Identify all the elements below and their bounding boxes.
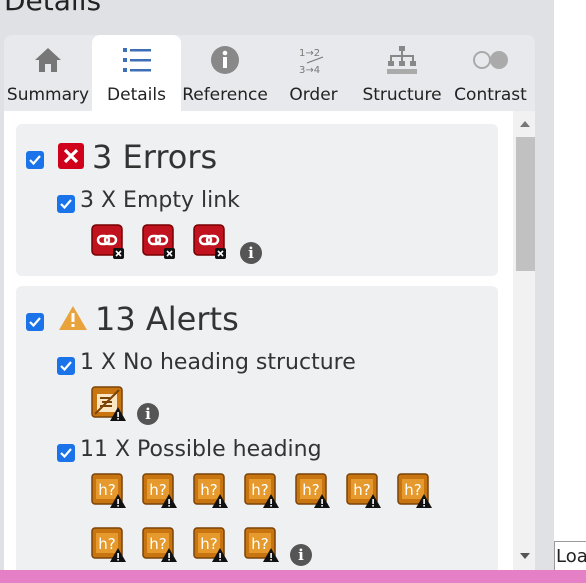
alerts-card: 13 Alerts 1 X No heading structure i 11 … <box>16 286 498 570</box>
empty-link-icon[interactable] <box>91 224 125 259</box>
tab-structure-label: Structure <box>362 85 442 105</box>
svg-text:1→2: 1→2 <box>299 48 320 59</box>
order-icon: 1→2 3→4 <box>299 35 329 85</box>
no-heading-structure-icon[interactable] <box>91 386 126 421</box>
no-heading-checkbox[interactable] <box>57 357 75 375</box>
svg-text:h?: h? <box>98 535 115 553</box>
tab-summary-label: Summary <box>6 85 90 105</box>
possible-heading-icon[interactable]: h? <box>295 473 330 508</box>
details-content: 3 Errors 3 X Empty link i 13 Alerts 1 X … <box>4 111 535 570</box>
tab-contrast-label: Contrast <box>454 85 527 105</box>
svg-text:h?: h? <box>251 481 268 499</box>
error-icon <box>58 143 84 169</box>
tab-contrast[interactable]: Contrast <box>446 35 535 111</box>
alerts-checkbox[interactable] <box>26 313 44 331</box>
possible-heading-icon[interactable]: h? <box>244 527 279 562</box>
tab-reference-label: Reference <box>182 85 268 105</box>
possible-heading-icon[interactable]: h? <box>91 473 126 508</box>
possible-heading-icon[interactable]: h? <box>91 527 126 562</box>
no-heading-info-icon[interactable]: i <box>137 403 159 425</box>
possible-heading-icon[interactable]: h? <box>193 473 228 508</box>
tab-details[interactable]: Details <box>92 35 181 111</box>
tab-reference[interactable]: Reference <box>181 35 269 111</box>
possible-heading-icon[interactable]: h? <box>193 527 228 562</box>
svg-text:h?: h? <box>98 481 115 499</box>
possible-heading-label: 11 X Possible heading <box>80 437 322 462</box>
errors-title: 3 Errors <box>92 138 218 176</box>
possible-heading-icon[interactable]: h? <box>142 473 177 508</box>
empty-link-icon[interactable] <box>193 224 227 259</box>
possible-heading-icon[interactable]: h? <box>244 473 279 508</box>
possible-heading-info-icon[interactable]: i <box>290 544 312 566</box>
svg-text:h?: h? <box>200 481 217 499</box>
structure-icon <box>386 35 418 85</box>
tab-details-label: Details <box>107 85 166 105</box>
tab-order-label: Order <box>289 85 338 105</box>
possible-heading-checkbox[interactable] <box>57 444 75 462</box>
svg-text:h?: h? <box>251 535 268 553</box>
svg-text:h?: h? <box>200 535 217 553</box>
scrollbar[interactable] <box>513 111 535 570</box>
contrast-icon <box>471 35 511 85</box>
empty-link-info-icon[interactable]: i <box>240 242 262 264</box>
info-icon <box>210 35 240 85</box>
empty-link-checkbox[interactable] <box>57 195 75 213</box>
possible-heading-icon[interactable]: h? <box>142 527 177 562</box>
panel-title: Details <box>4 0 102 17</box>
scroll-up-arrow-icon[interactable] <box>520 121 530 127</box>
errors-checkbox[interactable] <box>26 151 44 169</box>
alert-icon <box>58 305 88 335</box>
tab-structure[interactable]: Structure <box>358 35 446 111</box>
home-icon <box>33 35 63 85</box>
possible-heading-icon[interactable]: h? <box>397 473 432 508</box>
svg-text:h?: h? <box>302 481 319 499</box>
svg-text:h?: h? <box>353 481 370 499</box>
scroll-down-arrow-icon[interactable] <box>520 553 530 559</box>
svg-text:h?: h? <box>404 481 421 499</box>
list-icon <box>122 35 152 85</box>
tab-summary[interactable]: Summary <box>4 35 92 111</box>
possible-heading-icon[interactable]: h? <box>346 473 381 508</box>
details-panel: Details Summary Details Reference 1→2 3→… <box>0 0 554 570</box>
svg-text:3→4: 3→4 <box>299 65 320 76</box>
status-text: Loa <box>554 541 586 571</box>
alerts-title: 13 Alerts <box>95 300 239 338</box>
tab-bar: Summary Details Reference 1→2 3→4 Order … <box>4 35 535 111</box>
svg-text:h?: h? <box>149 535 166 553</box>
tab-order[interactable]: 1→2 3→4 Order <box>269 35 358 111</box>
empty-link-label: 3 X Empty link <box>80 188 240 213</box>
svg-text:h?: h? <box>149 481 166 499</box>
empty-link-icon[interactable] <box>142 224 176 259</box>
status-bar <box>0 570 586 583</box>
no-heading-label: 1 X No heading structure <box>80 350 356 375</box>
errors-card: 3 Errors 3 X Empty link i <box>16 124 498 276</box>
scroll-thumb[interactable] <box>516 137 535 271</box>
